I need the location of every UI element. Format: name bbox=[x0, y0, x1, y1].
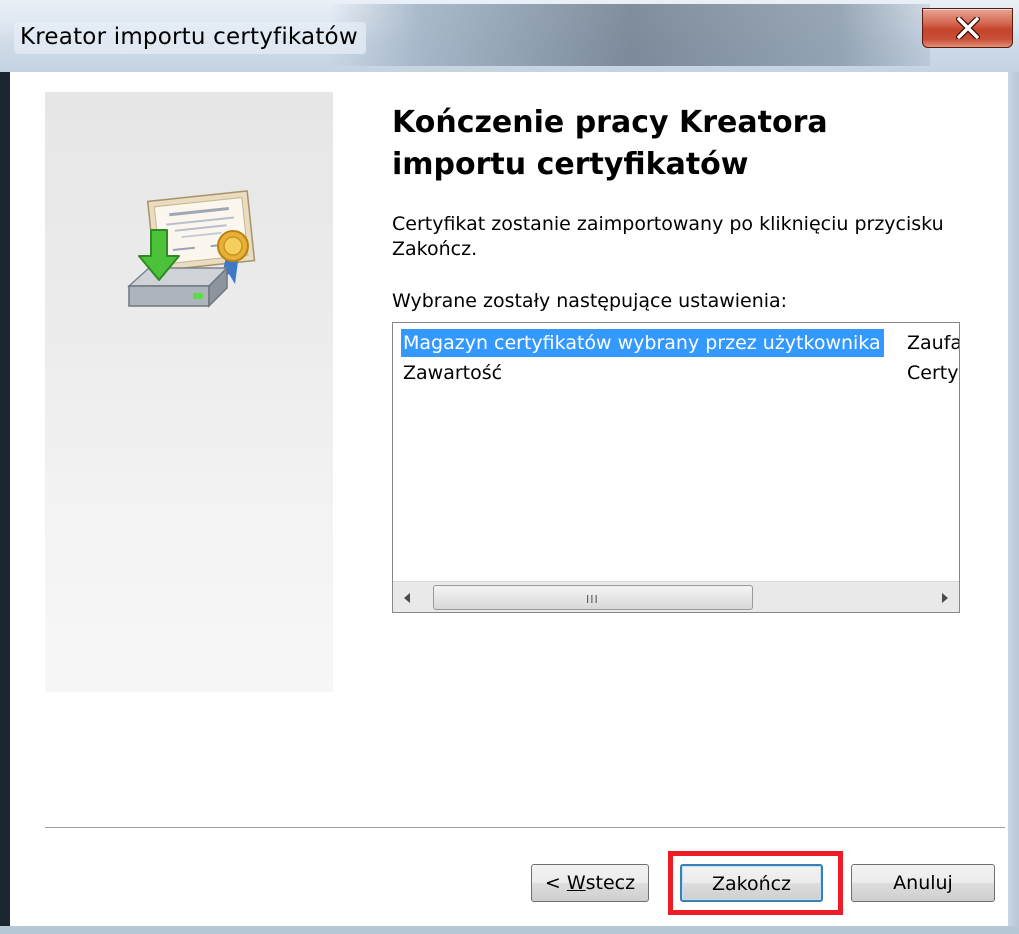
close-button[interactable] bbox=[922, 8, 1013, 48]
wizard-window: Kreator importu certyfikatów Kończenie p… bbox=[0, 0, 1019, 934]
page-heading: Kończenie pracy Kreatora importu certyfi… bbox=[392, 105, 828, 182]
page-description: Certyfikat zostanie zaimportowany po kli… bbox=[392, 213, 944, 260]
back-button[interactable]: < Wstecz bbox=[531, 864, 649, 902]
scroll-left-arrow-icon[interactable] bbox=[399, 590, 415, 606]
window-title: Kreator importu certyfikatów bbox=[14, 22, 366, 54]
setting-value: Zaufa bbox=[907, 332, 960, 354]
horizontal-scrollbar[interactable]: III bbox=[393, 581, 959, 612]
back-button-prefix: < bbox=[544, 872, 567, 894]
scroll-right-arrow-icon[interactable] bbox=[937, 590, 953, 606]
certificate-import-icon bbox=[127, 190, 256, 308]
window-frame-bottom bbox=[0, 926, 1019, 934]
wizard-side-panel bbox=[45, 92, 333, 692]
settings-label: Wybrane zostały następujące ustawienia: bbox=[392, 290, 788, 312]
wizard-client-area: Kończenie pracy Kreatora importu certyfi… bbox=[10, 72, 1008, 926]
setting-name: Zawartość bbox=[403, 362, 503, 384]
scroll-grip: III bbox=[586, 593, 599, 606]
title-bar[interactable]: Kreator importu certyfikatów bbox=[0, 0, 1019, 72]
close-x-icon bbox=[956, 17, 980, 39]
setting-value: Certy bbox=[907, 362, 959, 384]
setting-name: Magazyn certyfikatów wybrany przez użytk… bbox=[401, 329, 884, 357]
settings-list[interactable]: Magazyn certyfikatów wybrany przez użytk… bbox=[392, 322, 960, 613]
list-item[interactable]: Zawartość Certy bbox=[393, 359, 959, 387]
back-button-mnemonic: W bbox=[566, 872, 586, 894]
cancel-button[interactable]: Anuluj bbox=[851, 864, 995, 902]
window-frame-left bbox=[0, 72, 10, 934]
scroll-thumb[interactable]: III bbox=[433, 585, 753, 610]
finish-button-highlight bbox=[668, 851, 843, 915]
list-item[interactable]: Magazyn certyfikatów wybrany przez użytk… bbox=[393, 329, 959, 357]
footer-separator bbox=[45, 827, 1005, 829]
window-frame-right bbox=[1008, 72, 1019, 934]
title-bar-glass bbox=[330, 4, 930, 66]
back-button-label: stecz bbox=[585, 872, 636, 894]
